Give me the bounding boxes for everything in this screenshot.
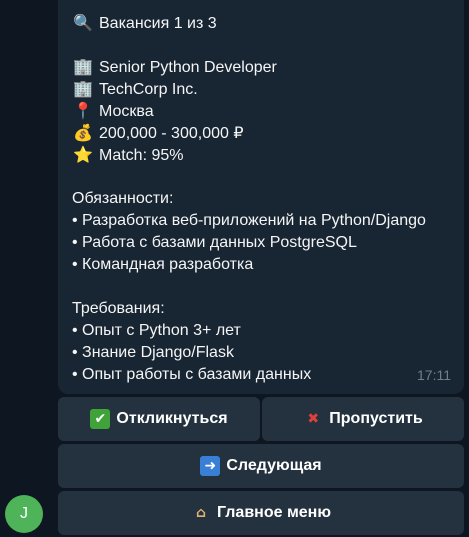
money-bag-icon: 💰 bbox=[73, 123, 93, 142]
match-line: ⭐ Match: 95% bbox=[72, 144, 450, 166]
respond-label: Откликнуться bbox=[116, 410, 228, 427]
requirement-item: • Знание Django/Flask bbox=[72, 344, 234, 361]
requirement-item: • Опыт работы с базами данных bbox=[72, 366, 312, 383]
right-arrow-icon: ➜ bbox=[200, 456, 221, 476]
match-text: Match: 95% bbox=[99, 147, 184, 164]
chat-area: 🔍 Вакансия 1 из 3 🏢 Senior Python Develope… bbox=[0, 0, 469, 537]
location-text: Москва bbox=[99, 103, 154, 120]
main-menu-button[interactable]: ⌂ Главное меню bbox=[58, 491, 464, 535]
vacancy-counter: Вакансия 1 из 3 bbox=[99, 15, 217, 32]
vacancy-header: 🔍 Вакансия 1 из 3 bbox=[72, 12, 450, 34]
next-label: Следующая bbox=[226, 457, 322, 474]
duty-item: • Работа с базами данных PostgreSQL bbox=[72, 234, 357, 251]
star-icon: ⭐ bbox=[73, 145, 93, 164]
office-building-icon: 🏢 bbox=[73, 79, 93, 98]
company-name: TechCorp Inc. bbox=[99, 81, 198, 98]
message-bubble: 🔍 Вакансия 1 из 3 🏢 Senior Python Develope… bbox=[58, 0, 464, 394]
office-building-icon: 🏢 bbox=[73, 57, 93, 76]
respond-button[interactable]: ✔ Откликнуться bbox=[58, 397, 260, 441]
company-line: 🏢 TechCorp Inc. bbox=[72, 78, 450, 100]
requirements-title: Требования: bbox=[72, 300, 165, 317]
avatar-letter: J bbox=[20, 505, 28, 522]
duty-item: • Разработка веб-приложений на Python/Dj… bbox=[72, 212, 426, 229]
location-pin-icon: 📍 bbox=[73, 101, 93, 120]
avatar[interactable]: J bbox=[5, 495, 43, 533]
cross-mark-icon: ✖ bbox=[307, 411, 320, 427]
requirement-item: • Опыт с Python 3+ лет bbox=[72, 322, 241, 339]
duties-title: Обязанности: bbox=[72, 190, 174, 207]
check-mark-icon: ✔ bbox=[90, 409, 111, 429]
message-time: 17:11 bbox=[417, 367, 451, 383]
position-line: 🏢 Senior Python Developer bbox=[72, 56, 450, 78]
location-line: 📍 Москва bbox=[72, 100, 450, 122]
salary-text: 200,000 - 300,000 ₽ bbox=[99, 125, 244, 142]
skip-button[interactable]: ✖ Пропустить bbox=[262, 397, 464, 441]
magnifier-icon: 🔍 bbox=[73, 13, 93, 32]
salary-line: 💰 200,000 - 300,000 ₽ bbox=[72, 122, 450, 144]
skip-label: Пропустить bbox=[329, 410, 423, 427]
next-button[interactable]: ➜ Следующая bbox=[58, 444, 464, 488]
house-icon: ⌂ bbox=[195, 505, 206, 521]
main-menu-label: Главное меню bbox=[216, 504, 331, 521]
position-title: Senior Python Developer bbox=[99, 59, 277, 76]
duty-item: • Командная разработка bbox=[72, 256, 254, 273]
